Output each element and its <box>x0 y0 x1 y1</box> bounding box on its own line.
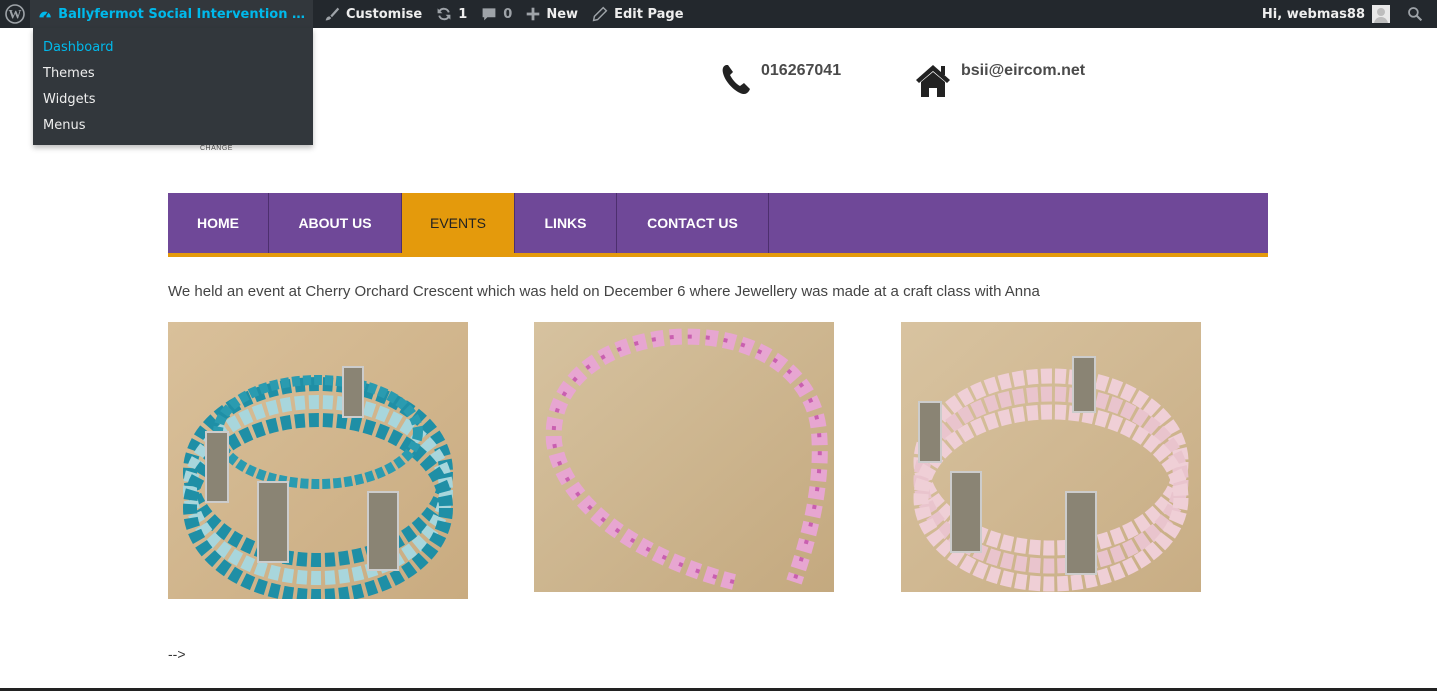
menu-item-dashboard[interactable]: Dashboard <box>33 35 313 61</box>
site-name-dropdown: Dashboard Themes Widgets Menus <box>33 28 313 145</box>
paintbrush-icon <box>325 7 340 21</box>
nav-item-events[interactable]: EVENTS <box>402 193 515 253</box>
edit-page-label: Edit Page <box>614 6 684 22</box>
wordpress-logo-button[interactable]: W <box>0 0 30 28</box>
customise-label: Customise <box>346 6 423 22</box>
phone-icon <box>722 65 750 95</box>
comments-count: 0 <box>503 6 513 22</box>
menu-item-menus[interactable]: Menus <box>33 113 313 139</box>
edit-page-button[interactable]: Edit Page <box>585 0 690 28</box>
pencil-icon <box>592 6 608 22</box>
nav-item-links[interactable]: LINKS <box>515 193 617 253</box>
email-address: bsii@eircom.net <box>961 62 1086 79</box>
menu-item-widgets[interactable]: Widgets <box>33 87 313 113</box>
search-button[interactable] <box>1397 0 1437 28</box>
search-icon <box>1408 7 1423 22</box>
menu-item-themes[interactable]: Themes <box>33 61 313 87</box>
nav-item-home[interactable]: HOME <box>168 193 269 253</box>
avatar <box>1372 5 1390 23</box>
stray-comment-text: --> <box>168 646 186 662</box>
nav-item-contact-us[interactable]: CONTACT US <box>617 193 769 253</box>
site-logo[interactable]: CHANGE <box>200 145 233 152</box>
pink-butterfly-necklace-photo[interactable] <box>534 322 834 592</box>
comment-bubble-icon <box>482 8 496 21</box>
my-account-button[interactable]: Hi, webmas88 <box>1255 0 1397 28</box>
site-name-label: Ballyfermot Social Intervention Initiati… <box>58 6 306 22</box>
nav-item-about-us[interactable]: ABOUT US <box>269 193 402 253</box>
updates-icon <box>437 7 451 21</box>
admin-bar: W Ballyfermot Social Intervention Initia… <box>0 0 1437 28</box>
customise-button[interactable]: Customise <box>317 0 429 28</box>
email-contact: bsii@eircom.net <box>914 62 1085 98</box>
comments-button[interactable]: 0 <box>474 0 519 28</box>
phone-number: 016267041 <box>761 62 842 79</box>
dashboard-gauge-icon <box>39 11 51 18</box>
pink-pearl-bracelet-photo[interactable] <box>901 322 1201 592</box>
teal-bracelet-photo[interactable] <box>168 322 468 599</box>
svg-text:W: W <box>9 7 22 22</box>
updates-count: 1 <box>458 6 468 22</box>
phone-contact: 016267041 <box>720 62 841 96</box>
main-navigation: HOME ABOUT US EVENTS LINKS CONTACT US <box>168 193 1268 257</box>
new-label: New <box>546 6 579 22</box>
event-description: We held an event at Cherry Orchard Cresc… <box>168 283 1040 300</box>
account-greeting: Hi, webmas88 <box>1261 6 1365 22</box>
plus-icon <box>527 7 540 21</box>
wordpress-icon: W <box>5 4 25 24</box>
updates-button[interactable]: 1 <box>429 0 474 28</box>
admin-bar-right: Hi, webmas88 <box>1255 0 1437 28</box>
site-name-menu[interactable]: Ballyfermot Social Intervention Initiati… <box>30 0 313 28</box>
new-content-button[interactable]: New <box>519 0 585 28</box>
home-icon <box>916 65 950 97</box>
